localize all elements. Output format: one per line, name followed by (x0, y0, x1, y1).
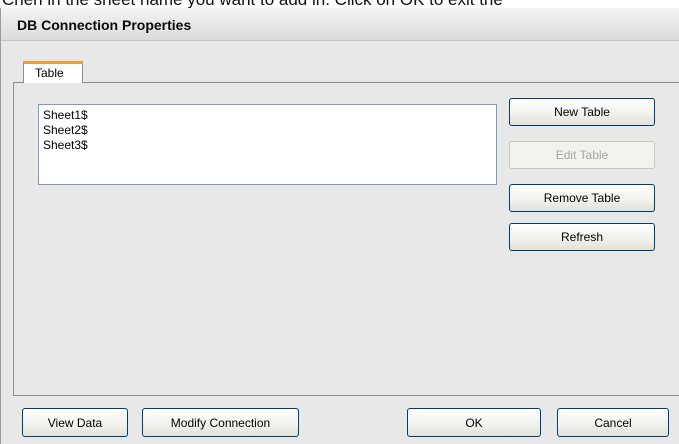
list-item[interactable]: Sheet3$ (39, 138, 496, 153)
view-data-button[interactable]: View Data (22, 408, 128, 437)
screenshot-canvas: Chen in the sheet name you want to add i… (0, 0, 679, 444)
background-caption: Chen in the sheet name you want to add i… (2, 0, 503, 8)
edit-table-button[interactable]: Edit Table (509, 141, 655, 169)
list-item[interactable]: Sheet1$ (39, 108, 496, 123)
table-listbox[interactable]: Sheet1$ Sheet2$ Sheet3$ (38, 104, 497, 185)
background-document-text: Chen in the sheet name you want to add i… (0, 0, 679, 8)
tab-table-label: Table (35, 66, 64, 80)
tab-table[interactable]: Table (23, 61, 83, 83)
remove-table-button[interactable]: Remove Table (509, 184, 655, 212)
dialog-title: DB Connection Properties (17, 17, 192, 33)
ok-button[interactable]: OK (407, 408, 541, 437)
refresh-button[interactable]: Refresh (509, 223, 655, 251)
cancel-button[interactable]: Cancel (557, 408, 669, 437)
db-connection-dialog: DB Connection Properties Table Sheet1$ S… (0, 8, 679, 444)
modify-connection-button[interactable]: Modify Connection (142, 408, 299, 437)
dialog-title-bar[interactable]: DB Connection Properties (1, 8, 679, 41)
list-item[interactable]: Sheet2$ (39, 123, 496, 138)
new-table-button[interactable]: New Table (509, 98, 655, 126)
